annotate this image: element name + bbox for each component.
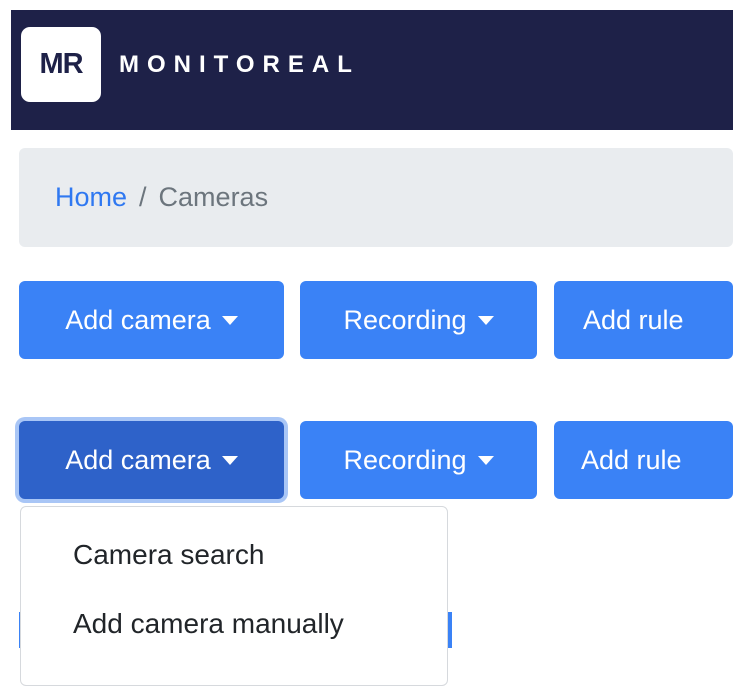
- caret-down-icon: [477, 455, 494, 465]
- recording-dropdown-button[interactable]: Recording: [300, 281, 537, 359]
- recording-label: Recording: [343, 444, 467, 475]
- add-camera-label: Add camera: [65, 444, 211, 475]
- add-rule-button[interactable]: Add rule: [554, 421, 733, 499]
- menu-item-camera-search[interactable]: Camera search: [73, 539, 264, 571]
- add-camera-label: Add camera: [65, 304, 211, 335]
- add-camera-dropdown-menu: Camera search Add camera manually: [20, 506, 448, 686]
- recording-label: Recording: [343, 304, 467, 335]
- brand-name[interactable]: MONITOREAL: [119, 51, 360, 79]
- breadcrumb: Home / Cameras: [19, 148, 733, 247]
- top-navbar: MR MONITOREAL: [11, 10, 733, 130]
- logo-mark: MR: [39, 48, 83, 80]
- caret-down-icon: [477, 315, 494, 325]
- add-rule-button[interactable]: Add rule: [554, 281, 733, 359]
- menu-item-add-camera-manually[interactable]: Add camera manually: [73, 608, 344, 640]
- breadcrumb-separator: /: [139, 182, 147, 212]
- add-camera-dropdown-button-open[interactable]: Add camera: [19, 421, 284, 499]
- recording-dropdown-button[interactable]: Recording: [300, 421, 537, 499]
- breadcrumb-home-link[interactable]: Home: [55, 182, 127, 213]
- logo[interactable]: MR: [21, 27, 101, 102]
- caret-down-icon: [221, 455, 238, 465]
- add-rule-label: Add rule: [581, 444, 682, 475]
- breadcrumb-current: Cameras: [158, 182, 269, 212]
- add-camera-dropdown-button[interactable]: Add camera: [19, 281, 284, 359]
- caret-down-icon: [221, 315, 238, 325]
- add-rule-label: Add rule: [583, 304, 684, 335]
